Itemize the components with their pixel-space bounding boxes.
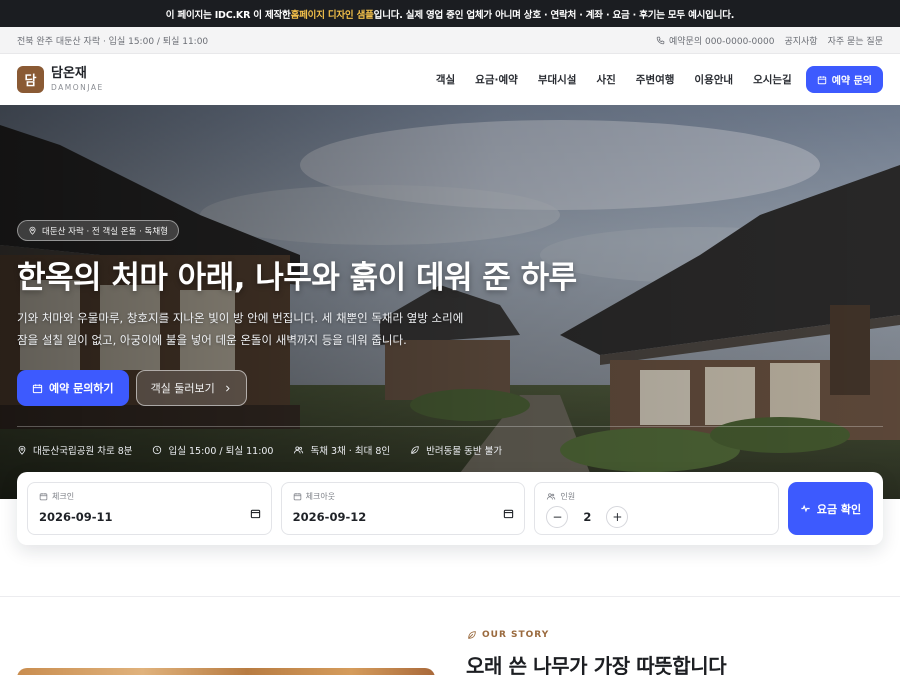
checkout-date[interactable]: 2026-09-12 xyxy=(293,510,514,524)
check-rate-label: 요금 확인 xyxy=(816,502,862,516)
nav-item-rooms[interactable]: 객실 xyxy=(436,72,455,87)
hero-description: 기와 처마와 우물마루, 창호지를 지나온 빛이 방 안에 번집니다. 세 채뿐… xyxy=(17,311,464,347)
clock-icon xyxy=(153,445,162,455)
section-divider xyxy=(0,596,900,597)
brand-name-en: DAMONJAE xyxy=(51,83,104,93)
brand-logo[interactable]: 담 담온재 DAMONJAE xyxy=(17,66,104,93)
logo-mark: 담 xyxy=(17,66,44,93)
fact-capacity-text: 독채 3채 · 최대 8인 xyxy=(310,446,391,457)
notice-highlight: 홈페이지 디자인 샘플 xyxy=(290,9,374,21)
hero-badge-text: 대둔산 자락 · 전 객실 온돌 · 독채형 xyxy=(42,226,168,237)
nav-item-guide[interactable]: 이용안내 xyxy=(694,72,733,87)
story-wood-image xyxy=(17,668,435,675)
users-icon xyxy=(547,493,556,500)
guests-stepper: − 2 + xyxy=(546,506,767,528)
chevron-right-icon xyxy=(225,385,230,391)
reserve-inquiry-hero-button[interactable]: 예약 문의하기 xyxy=(17,370,129,406)
location-info: 전북 완주 대둔산 자락 · 입실 15:00 / 퇴실 11:00 xyxy=(17,36,209,47)
guests-label: 인원 xyxy=(560,492,576,501)
checkout-label: 체크아웃 xyxy=(305,492,336,501)
fact-pets-text: 반려동물 동반 불가 xyxy=(426,446,503,457)
phone-link[interactable]: 예약문의 000-0000-0000 xyxy=(656,34,774,47)
calendar-icon xyxy=(32,383,43,393)
fact-checkin-time: 입실 15:00 / 퇴실 11:00 xyxy=(152,443,273,457)
date-picker-icon[interactable] xyxy=(250,508,261,519)
fact-checkin-text: 입실 15:00 / 퇴실 11:00 xyxy=(168,446,274,457)
hero-section: 대둔산 자락 · 전 객실 온돌 · 독채형 한옥의 처마 아래, 나무와 흙이… xyxy=(0,105,900,499)
decrease-guests-button[interactable]: − xyxy=(546,506,569,528)
nav-menu: 객실 요금·예약 부대시설 사진 주변여행 이용안내 오시는길 예약 문의 xyxy=(436,66,883,93)
hero-facts: 대둔산국립공원 차로 8분 입실 15:00 / 퇴실 11:00 독채 3채 … xyxy=(17,443,502,457)
reserve-inquiry-button[interactable]: 예약 문의 xyxy=(805,66,883,93)
hero-badge: 대둔산 자락 · 전 객실 온돌 · 독채형 xyxy=(17,220,179,241)
hero-divider xyxy=(17,426,883,427)
brand-name: 담온재 xyxy=(51,65,87,81)
calendar-icon xyxy=(817,75,826,84)
phone-icon xyxy=(656,36,665,44)
checkin-date[interactable]: 2026-09-11 xyxy=(39,510,260,524)
pin-icon xyxy=(29,226,36,235)
utility-bar: 전북 완주 대둔산 자락 · 입실 15:00 / 퇴실 11:00 예약문의 … xyxy=(0,27,900,54)
date-picker-icon[interactable] xyxy=(503,508,514,519)
pin-icon xyxy=(18,445,26,455)
notice-link[interactable]: 공지사항 xyxy=(784,34,817,47)
reserve-inquiry-label: 예약 문의 xyxy=(831,76,872,87)
users-icon xyxy=(294,446,304,454)
check-rate-button[interactable]: 요금 확인 xyxy=(788,482,874,535)
phone-text: 예약문의 000-0000-0000 xyxy=(669,36,775,47)
fact-location: 대둔산국립공원 차로 8분 xyxy=(17,443,132,457)
notice-text-post: 입니다. 실제 영업 중인 업체가 아니며 상호 · 연락처 · 계좌 · 요금… xyxy=(373,9,735,21)
booking-widget: 체크인 2026-09-11 체크아웃 2026-09-12 인원 − 2 + … xyxy=(17,472,883,545)
checkin-label: 체크인 xyxy=(52,492,75,501)
view-rooms-button[interactable]: 객실 둘러보기 xyxy=(135,370,247,406)
faq-link[interactable]: 자주 묻는 질문 xyxy=(828,34,883,47)
reserve-inquiry-hero-label: 예약 문의하기 xyxy=(49,382,114,395)
increase-guests-button[interactable]: + xyxy=(606,506,629,528)
nav-item-photos[interactable]: 사진 xyxy=(596,72,615,87)
fact-capacity: 독채 3채 · 최대 8인 xyxy=(293,443,390,457)
guests-count: 2 xyxy=(583,510,592,524)
demo-notice-bar: 이 페이지는 IDC.KR 이 제작한 홈페이지 디자인 샘플 입니다. 실제 영… xyxy=(0,0,900,27)
notice-text-pre: 이 페이지는 IDC.KR 이 제작한 xyxy=(165,9,291,21)
nav-item-rates[interactable]: 요금·예약 xyxy=(475,72,518,87)
story-title: 오래 쓴 나무가 가장 따뜻합니다 xyxy=(466,654,727,675)
checkout-field[interactable]: 체크아웃 2026-09-12 xyxy=(280,482,526,535)
story-eyebrow: OUR STORY xyxy=(467,630,549,640)
calendar-icon xyxy=(39,493,48,501)
search-icon xyxy=(801,504,810,513)
nav-item-facilities[interactable]: 부대시설 xyxy=(538,72,577,87)
checkin-field[interactable]: 체크인 2026-09-11 xyxy=(27,482,272,535)
main-navigation: 담 담온재 DAMONJAE 객실 요금·예약 부대시설 사진 주변여행 이용안… xyxy=(0,54,900,105)
guests-field: 인원 − 2 + xyxy=(534,482,780,535)
fact-pets: 반려동물 동반 불가 xyxy=(410,443,502,457)
hero-title: 한옥의 처마 아래, 나무와 흙이 데워 준 하루 xyxy=(17,260,577,296)
story-eyebrow-text: OUR STORY xyxy=(482,630,550,640)
calendar-icon xyxy=(293,493,301,501)
nav-item-directions[interactable]: 오시는길 xyxy=(753,72,792,87)
view-rooms-label: 객실 둘러보기 xyxy=(150,382,215,395)
leaf-icon xyxy=(411,446,419,454)
nav-item-nearby[interactable]: 주변여행 xyxy=(636,72,675,87)
fact-location-text: 대둔산국립공원 차로 8분 xyxy=(33,446,133,457)
leaf-icon xyxy=(468,631,476,639)
